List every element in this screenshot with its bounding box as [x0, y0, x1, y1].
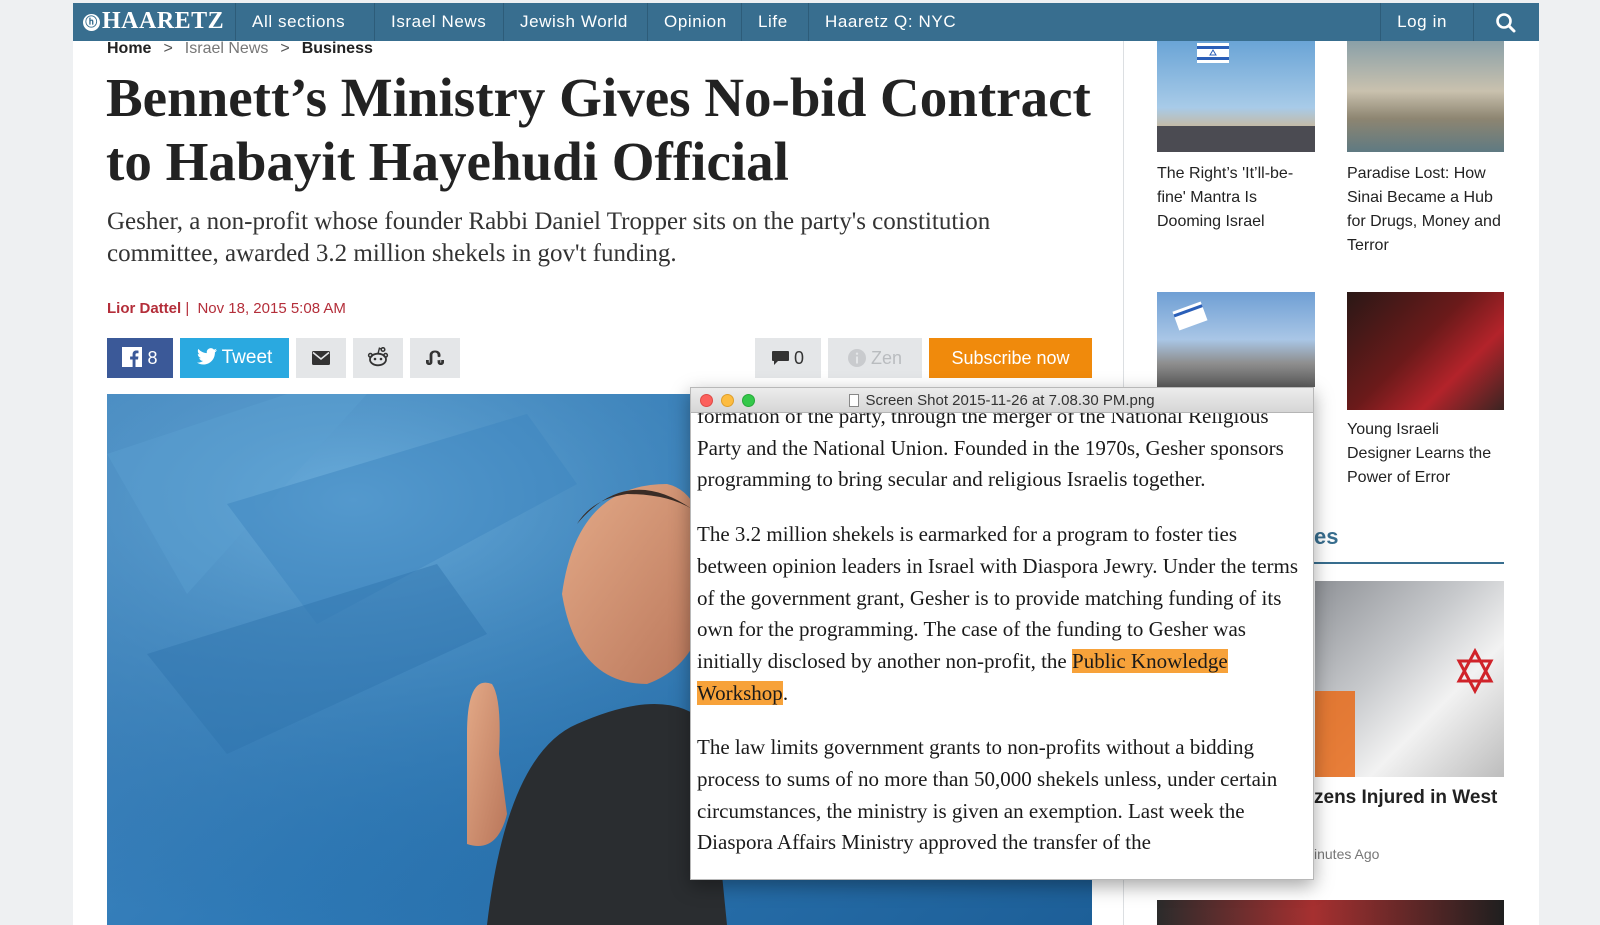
article-excerpt: formation of the party, through the merg… — [697, 413, 1305, 879]
breadcrumb-business[interactable]: Business — [302, 40, 373, 57]
stumbleupon-icon — [426, 350, 444, 365]
stumbleupon-share-button[interactable] — [410, 338, 460, 378]
search-icon — [1496, 13, 1516, 33]
breadcrumb-israel-news[interactable]: Israel News — [185, 40, 269, 57]
tweet-label: Tweet — [221, 347, 273, 368]
nav-haaretz-q-nyc[interactable]: Haaretz Q: NYC — [808, 3, 972, 41]
nav-opinion[interactable]: Opinion — [647, 3, 743, 41]
rail-section-heading: es — [1314, 524, 1339, 549]
breadcrumb-separator: > — [280, 40, 290, 57]
excerpt-paragraph-2: The 3.2 million shekels is earmarked for… — [697, 519, 1305, 709]
rail-story-title[interactable]: The Right’s 'It’ll-be-fine' Mantra Is Do… — [1157, 162, 1315, 234]
nav-all-sections[interactable]: All sections — [235, 3, 361, 41]
logo-mark-icon: ⓗ — [83, 14, 100, 31]
flag-icon — [1172, 301, 1208, 331]
article-subheadline: Gesher, a non-profit whose founder Rabbi… — [107, 208, 991, 267]
haaretz-logo[interactable]: ⓗ HAARETZ — [83, 8, 224, 35]
document-icon — [849, 394, 860, 407]
breadcrumb-home[interactable]: Home — [107, 40, 151, 57]
rail-story-title[interactable]: Young Israeli Designer Learns the Power … — [1347, 418, 1507, 490]
excerpt-paragraph-1: formation of the party, through the merg… — [697, 413, 1284, 492]
comments-button[interactable]: 0 — [755, 338, 821, 378]
nav-life[interactable]: Life — [741, 3, 804, 41]
search-button[interactable] — [1473, 3, 1539, 41]
window-titlebar[interactable]: Screen Shot 2015-11-26 at 7.08.30 PM.png — [691, 388, 1313, 413]
rail-thumbnail-designer[interactable] — [1347, 292, 1504, 410]
publish-date: Nov 18, 2015 5:08 AM — [197, 300, 346, 317]
breadcrumb-separator: > — [163, 40, 173, 57]
byline-separator: | — [181, 300, 190, 317]
nav-jewish-world[interactable]: Jewish World — [503, 3, 644, 41]
reddit-share-button[interactable] — [353, 338, 403, 378]
rail-thumbnail-airshow[interactable] — [1157, 41, 1315, 152]
zen-mode-button[interactable]: Zen — [828, 338, 922, 378]
window-title: Screen Shot 2015-11-26 at 7.08.30 PM.png — [691, 392, 1313, 409]
site-header: ⓗ HAARETZ All sections Israel News Jewish… — [73, 3, 1539, 41]
rail-thumbnail-bottom[interactable] — [1157, 900, 1504, 925]
rail-story-title[interactable]: Paradise Lost: How Sinai Became a Hub fo… — [1347, 162, 1507, 258]
login-button[interactable]: Log in — [1380, 3, 1463, 41]
breadcrumb: Home > Israel News > Business — [107, 40, 373, 58]
excerpt-paragraph-3: The law limits government grants to non-… — [697, 735, 1278, 855]
top-nav-bar: ⓗ HAARETZ All sections Israel News Jewish… — [0, 0, 1600, 42]
magen-david-icon — [1315, 647, 1494, 777]
envelope-icon — [312, 351, 330, 365]
subscribe-button[interactable]: Subscribe now — [929, 338, 1092, 378]
window-content[interactable]: formation of the party, through the merg… — [691, 413, 1313, 879]
facebook-icon — [122, 347, 143, 367]
rail-thumbnail-sinai-beach[interactable] — [1347, 41, 1504, 152]
rail-story-title-bold[interactable]: zens Injured in West — [1314, 787, 1497, 809]
article-headline: Bennett’s Ministry Gives No-bid Contract… — [106, 67, 1091, 192]
rail-story-time: inutes Ago — [1314, 846, 1380, 862]
tweet-button[interactable]: Tweet — [180, 338, 289, 378]
comment-bubble-icon — [771, 351, 789, 365]
author-link[interactable]: Lior Dattel — [107, 300, 181, 317]
rail-thumbnail-ambulance[interactable] — [1315, 581, 1504, 777]
preview-window[interactable]: Screen Shot 2015-11-26 at 7.08.30 PM.png… — [690, 387, 1314, 880]
nav-israel-news[interactable]: Israel News — [374, 3, 502, 41]
facebook-share-button[interactable]: 8 — [107, 338, 173, 378]
comment-count: 0 — [794, 348, 805, 368]
byline: Lior Dattel | Nov 18, 2015 5:08 AM — [107, 300, 346, 317]
facebook-share-count: 8 — [147, 348, 158, 368]
zen-label: Zen — [870, 348, 903, 368]
excerpt-text: . — [782, 680, 789, 705]
logo-text: HAARETZ — [102, 8, 225, 34]
israeli-flag-icon — [1157, 43, 1315, 152]
twitter-bird-icon — [196, 348, 217, 365]
info-circle-icon — [847, 349, 866, 367]
rail-thumbnail-flag-bearer[interactable] — [1157, 292, 1315, 387]
email-share-button[interactable] — [296, 338, 346, 378]
window-title-text: Screen Shot 2015-11-26 at 7.08.30 PM.png — [865, 392, 1155, 409]
reddit-icon — [367, 346, 389, 367]
